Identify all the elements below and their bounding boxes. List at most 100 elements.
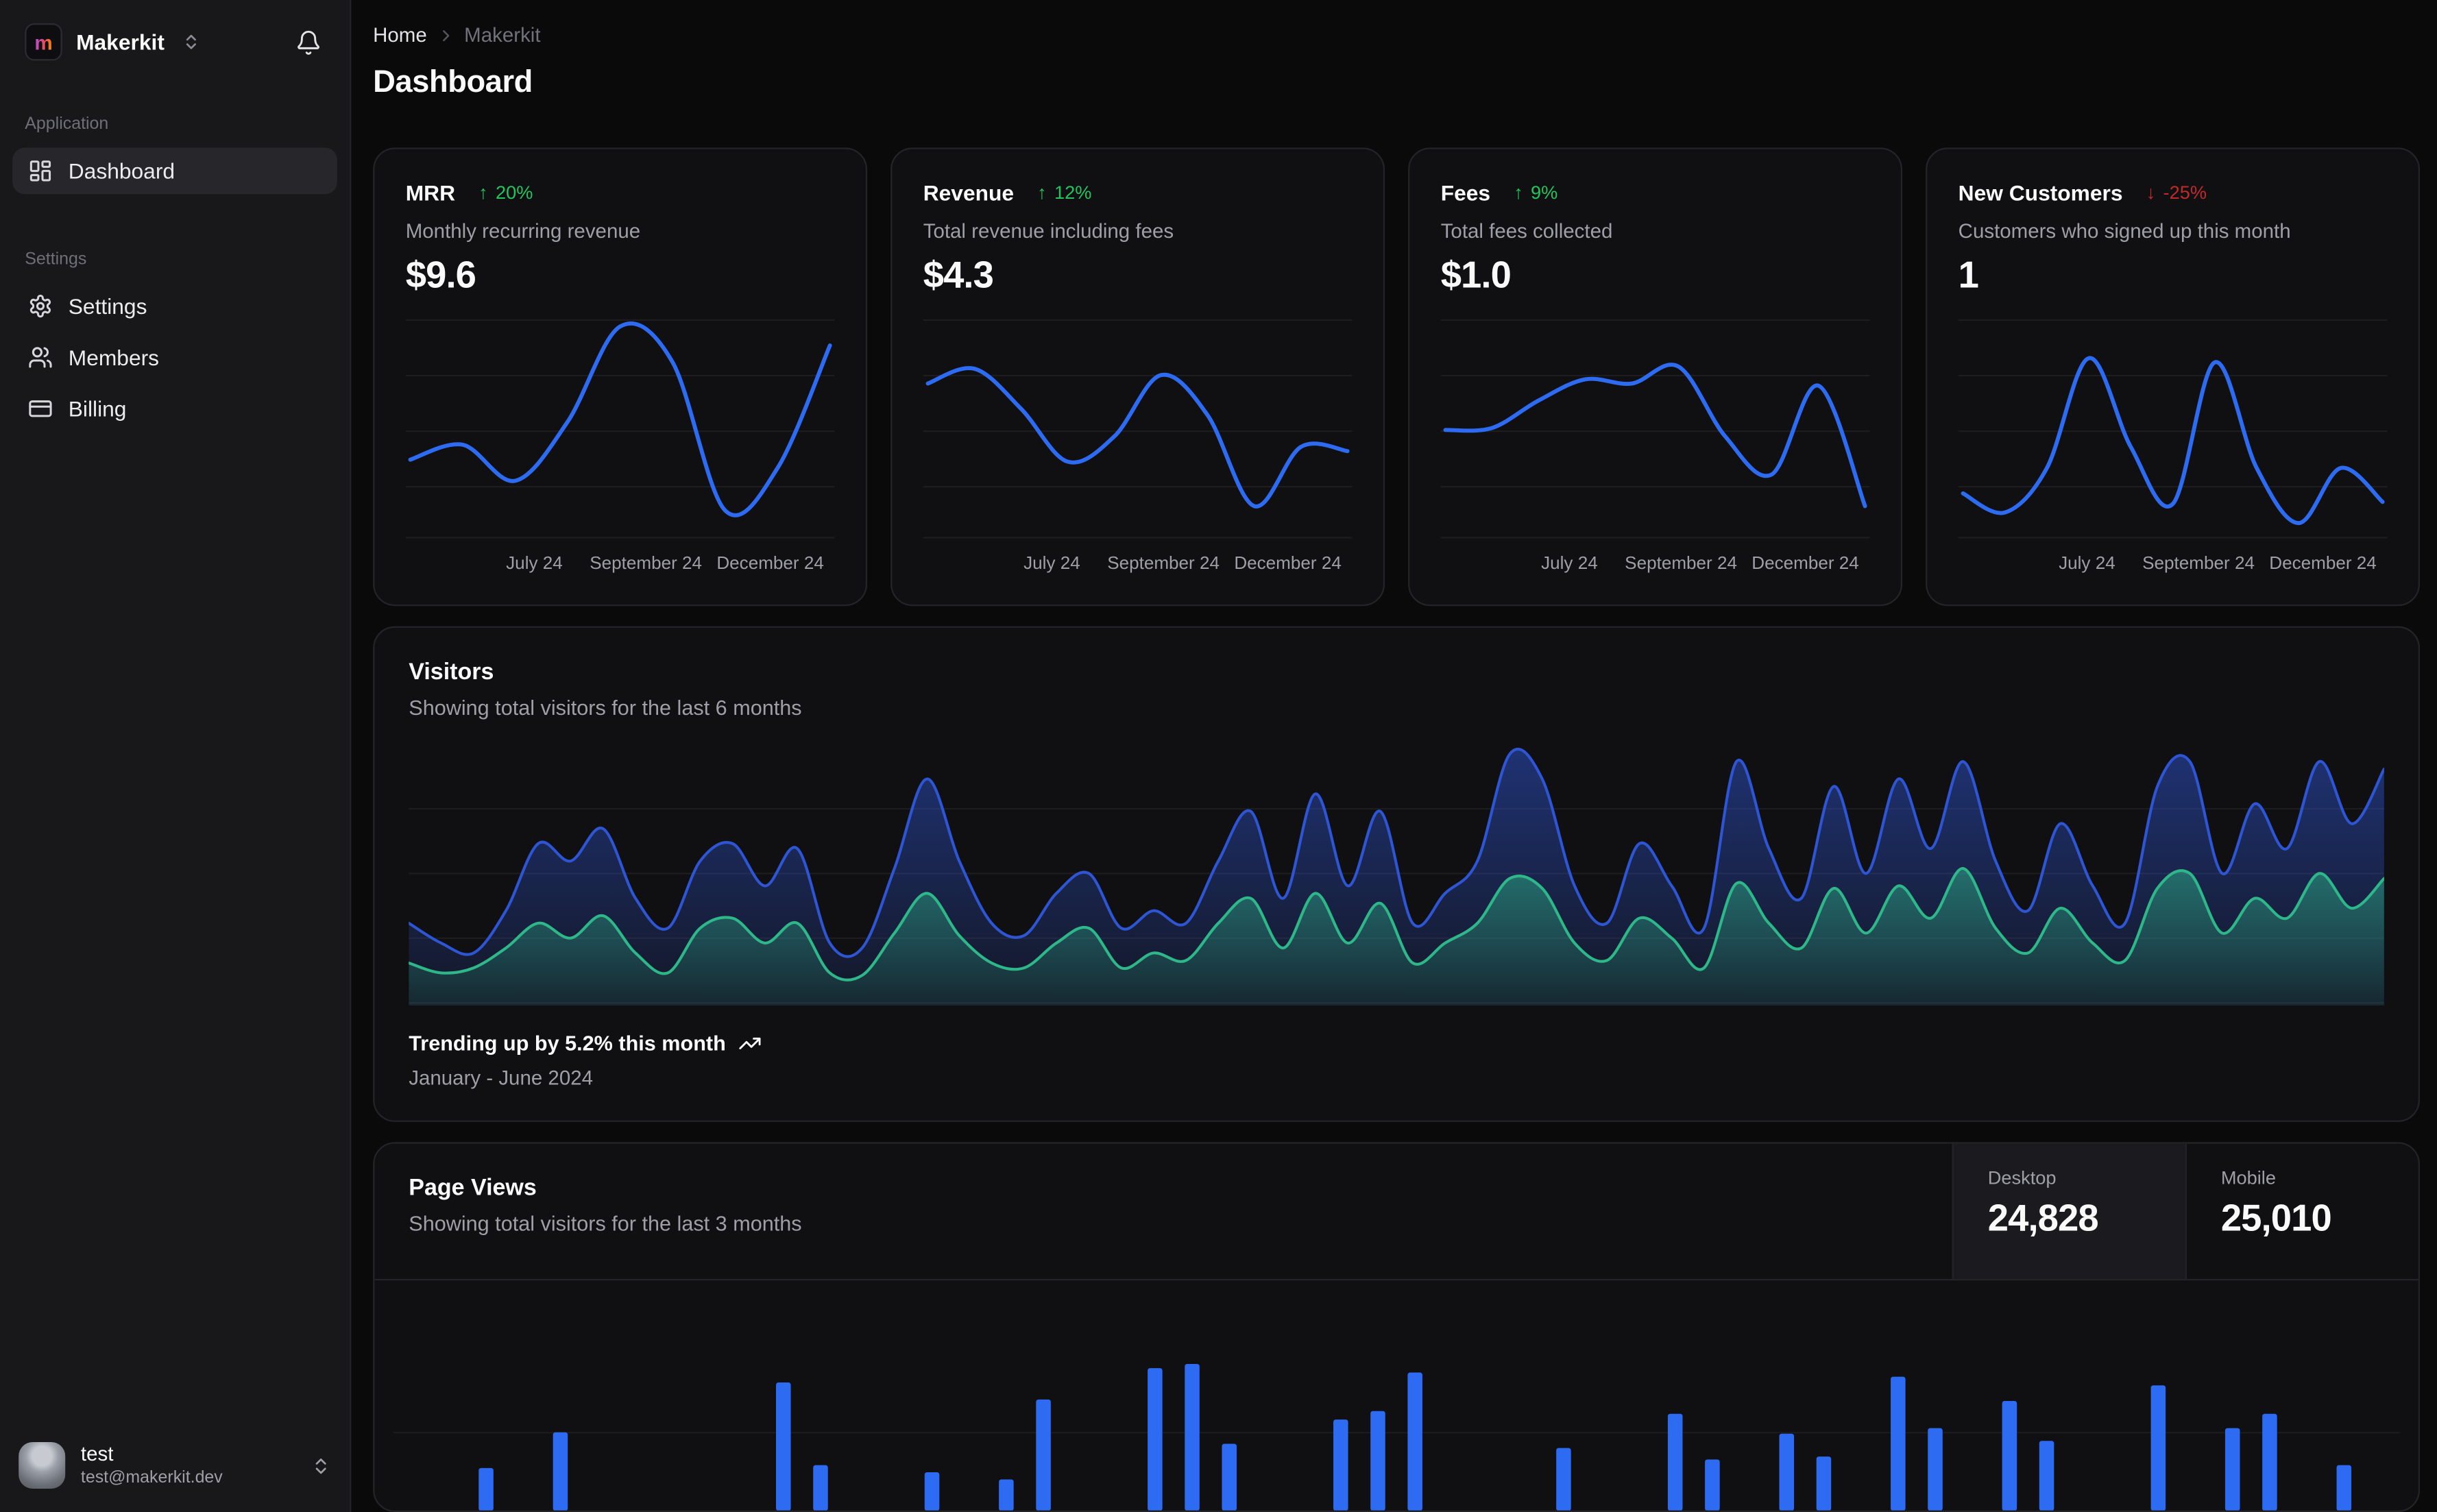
stat-subtitle: Total fees collected xyxy=(1440,219,1613,243)
users-icon xyxy=(28,345,53,369)
new-customers-sparkline-chart xyxy=(1958,319,2388,539)
gear-icon xyxy=(28,294,53,319)
stat-subtitle: Total revenue including fees xyxy=(923,219,1174,243)
nav-section-label-settings: Settings xyxy=(25,250,87,269)
toggle-desktop[interactable]: Desktop 24,828 xyxy=(1952,1143,2185,1278)
arrow-up-icon: ↑ xyxy=(1514,182,1523,204)
stat-value: $9.6 xyxy=(405,255,476,297)
visitors-trend-text: Trending up by 5.2% this month xyxy=(409,1031,726,1055)
user-name: test xyxy=(80,1441,114,1465)
page-views-card: Page Views Showing total visitors for th… xyxy=(373,1141,2421,1512)
visitors-area-chart xyxy=(409,748,2384,1006)
user-email: test@makerkit.dev xyxy=(80,1468,223,1487)
stat-card-revenue: Revenue ↑ 12% Total revenue including fee… xyxy=(890,148,1385,607)
breadcrumb: Home Makerkit xyxy=(373,23,2420,47)
visitors-subtitle: Showing total visitors for the last 6 mo… xyxy=(409,696,802,720)
stat-title: Revenue xyxy=(923,180,1015,206)
sidebar-item-label: Members xyxy=(68,345,160,370)
x-axis-labels: July 24 September 24 December 24 xyxy=(923,555,1353,577)
user-menu[interactable]: test test@makerkit.dev xyxy=(0,1426,350,1512)
visitors-chart-area xyxy=(409,742,2384,1006)
visitors-date-range: January - June 2024 xyxy=(409,1065,594,1089)
sparkline-chart-area: July 24 September 24 December 24 xyxy=(1440,311,1870,577)
x-axis-labels: July 24 September 24 December 24 xyxy=(1959,555,2388,577)
sidebar-item-label: Dashboard xyxy=(68,158,175,184)
sidebar: m Makerkit Application Dashboard Setting… xyxy=(0,0,352,1512)
makerkit-logo: m xyxy=(25,23,62,61)
sparkline-chart-area: July 24 September 24 December 24 xyxy=(405,311,835,577)
sparkline-chart-area: July 24 September 24 December 24 xyxy=(1958,311,2388,577)
chevrons-up-down-icon xyxy=(311,1455,330,1475)
credit-card-icon xyxy=(28,396,53,421)
visitors-card: Visitors Showing total visitors for the … xyxy=(373,626,2421,1121)
breadcrumb-current[interactable]: Makerkit xyxy=(464,23,540,47)
x-tick: September 24 xyxy=(1625,555,1737,574)
chevrons-up-down-icon xyxy=(182,33,200,51)
toggle-label: Desktop xyxy=(1987,1166,2057,1188)
trending-up-icon xyxy=(738,1031,762,1054)
trend-badge: ↓ -25% xyxy=(2146,182,2207,204)
trend-badge: ↑ 9% xyxy=(1514,182,1558,204)
stat-title: New Customers xyxy=(1958,180,2123,206)
toggle-label: Mobile xyxy=(2220,1166,2276,1188)
x-tick: September 24 xyxy=(590,555,703,574)
stat-card-fees: Fees ↑ 9% Total fees collected $1.0 July … xyxy=(1408,148,1903,607)
x-tick: September 24 xyxy=(2142,555,2255,574)
visitors-footer: Trending up by 5.2% this month January -… xyxy=(409,1031,2384,1088)
page-views-bar-chart xyxy=(393,1363,2400,1511)
sidebar-item-label: Billing xyxy=(68,396,127,422)
stat-value: 1 xyxy=(1958,255,1979,297)
page-views-subtitle: Showing total visitors for the last 3 mo… xyxy=(409,1211,802,1235)
x-tick: July 24 xyxy=(1541,555,1598,574)
sidebar-nav: Application Dashboard Settings Settings … xyxy=(0,84,350,1426)
stat-cards-row: MRR ↑ 20% Monthly recurring revenue $9.6 … xyxy=(373,148,2421,607)
arrow-down-icon: ↓ xyxy=(2146,182,2156,204)
x-tick: December 24 xyxy=(1234,555,1342,574)
user-avatar xyxy=(19,1441,66,1489)
stat-value: $4.3 xyxy=(923,255,994,297)
sidebar-item-dashboard[interactable]: Dashboard xyxy=(12,147,337,195)
toggle-value: 24,828 xyxy=(1987,1197,2099,1240)
page-views-header: Page Views Showing total visitors for th… xyxy=(374,1143,2418,1280)
notifications-bell-button[interactable] xyxy=(292,25,325,58)
nav-section-label-application: Application xyxy=(25,114,109,134)
dashboard-icon xyxy=(28,158,53,183)
x-tick: July 24 xyxy=(506,555,563,574)
x-tick: December 24 xyxy=(2269,555,2377,574)
workspace-selector[interactable]: m Makerkit xyxy=(0,0,350,84)
x-tick: July 24 xyxy=(2059,555,2115,574)
stat-subtitle: Monthly recurring revenue xyxy=(405,219,641,243)
trend-badge: ↑ 12% xyxy=(1037,182,1092,204)
page-views-chart-area xyxy=(393,1280,2400,1511)
sparkline-chart-area: July 24 September 24 December 24 xyxy=(923,311,1353,577)
bell-icon xyxy=(298,29,319,54)
stat-value: $1.0 xyxy=(1440,255,1512,297)
sidebar-item-members[interactable]: Members xyxy=(12,334,337,380)
x-tick: September 24 xyxy=(1107,555,1220,574)
mrr-sparkline-chart xyxy=(405,319,835,539)
user-info: test test@makerkit.dev xyxy=(81,1443,223,1487)
page-title: Dashboard xyxy=(373,65,533,100)
stat-card-new-customers: New Customers ↓ -25% Customers who signed… xyxy=(1926,148,2421,607)
stat-title: MRR xyxy=(405,180,456,206)
page-views-title: Page Views xyxy=(409,1173,537,1201)
chevron-right-icon xyxy=(436,25,454,44)
stat-subtitle: Customers who signed up this month xyxy=(1958,219,2291,243)
arrow-up-icon: ↑ xyxy=(478,182,488,204)
fees-sparkline-chart xyxy=(1440,319,1870,539)
toggle-value: 25,010 xyxy=(2220,1197,2332,1240)
main-content: Home Makerkit Dashboard MRR ↑ 20% Monthly… xyxy=(351,0,2437,1512)
arrow-up-icon: ↑ xyxy=(1037,182,1047,204)
breadcrumb-home[interactable]: Home xyxy=(373,23,427,47)
sidebar-item-billing[interactable]: Billing xyxy=(12,385,337,432)
toggle-mobile[interactable]: Mobile 25,010 xyxy=(2185,1143,2418,1278)
sidebar-item-settings[interactable]: Settings xyxy=(12,283,337,330)
x-axis-labels: July 24 September 24 December 24 xyxy=(406,555,835,577)
sidebar-item-label: Settings xyxy=(68,293,147,319)
x-tick: December 24 xyxy=(716,555,824,574)
trend-badge: ↑ 20% xyxy=(478,182,533,204)
visitors-title: Visitors xyxy=(409,659,494,686)
app-window: m Makerkit Application Dashboard Setting… xyxy=(0,0,2437,1512)
revenue-sparkline-chart xyxy=(923,319,1353,539)
stat-title: Fees xyxy=(1440,180,1491,206)
